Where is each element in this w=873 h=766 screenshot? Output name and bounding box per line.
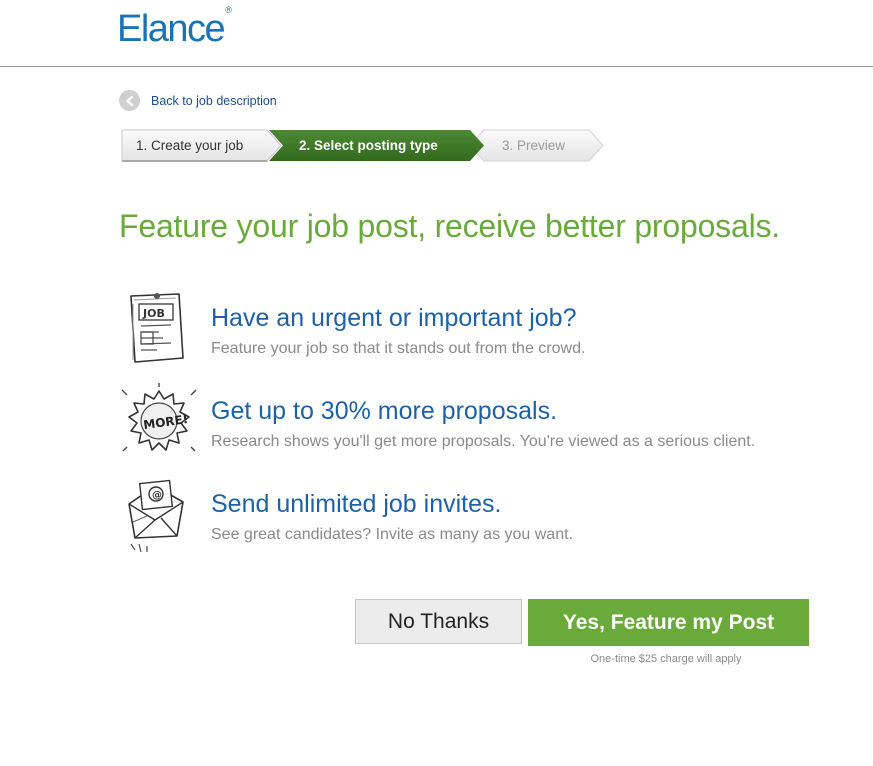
- feature-title: Get up to 30% more proposals.: [211, 397, 558, 425]
- feature-description: Feature your job so that it stands out f…: [211, 340, 586, 357]
- no-thanks-button[interactable]: No Thanks: [355, 599, 522, 644]
- feature-title: Send unlimited job invites.: [211, 490, 502, 518]
- step-create-job: 1. Create your job: [136, 138, 244, 153]
- logo-text: Elance: [117, 8, 226, 50]
- feature-description: See great candidates? Invite as many as …: [211, 526, 573, 543]
- envelope-icon: @: [119, 474, 191, 554]
- feature-urgent-job: JOB Have an urgent or important job? Fea…: [119, 288, 839, 378]
- back-link-label: Back to job description: [151, 93, 277, 108]
- header-divider: [0, 66, 873, 67]
- page-headline: Feature your job post, receive better pr…: [119, 208, 780, 244]
- feature-title: Have an urgent or important job?: [211, 304, 577, 332]
- back-arrow-icon: [119, 90, 140, 111]
- feature-description: Research shows you'll get more proposals…: [211, 433, 756, 450]
- back-link[interactable]: Back to job description: [119, 90, 277, 111]
- step-preview: 3. Preview: [502, 138, 566, 153]
- feature-post-button[interactable]: Yes, Feature my Post: [528, 599, 809, 646]
- registered-mark: ®: [225, 5, 232, 16]
- svg-text:@: @: [152, 490, 162, 501]
- more-badge-icon: MORE!: [119, 381, 197, 461]
- charge-note: One-time $25 charge will apply: [590, 653, 742, 665]
- elance-logo[interactable]: Elance®: [117, 5, 232, 51]
- step-select-posting-type: 2. Select posting type: [299, 138, 438, 153]
- svg-text:JOB: JOB: [142, 307, 165, 320]
- job-sheet-icon: JOB: [119, 288, 191, 368]
- progress-steps: 1. Create your job 2. Select posting typ…: [119, 129, 609, 162]
- feature-more-proposals: MORE! Get up to 30% more proposals. Rese…: [119, 381, 839, 471]
- feature-unlimited-invites: @ Send unlimited job invites. See great …: [119, 474, 839, 564]
